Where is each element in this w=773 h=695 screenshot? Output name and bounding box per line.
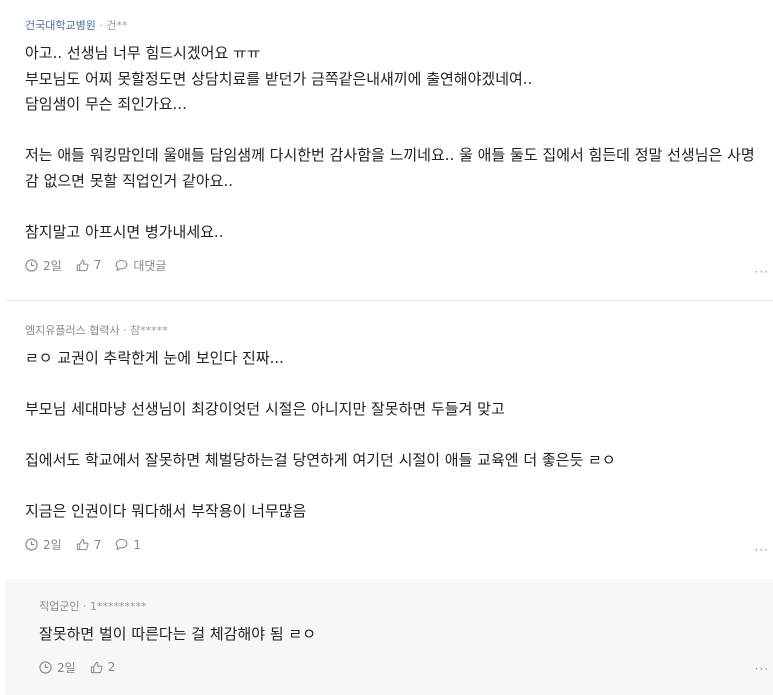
comment-author-nickname: 1********* (89, 600, 147, 613)
comment-meta: 직업군인 · 1********* (39, 599, 773, 615)
reply-count: 1 (133, 537, 141, 552)
meta-separator: · (123, 324, 127, 337)
clock-icon (25, 538, 38, 551)
reply-button[interactable]: 대댓글 (115, 257, 166, 274)
comment-meta: 엠지유플러스 협력사 · 참***** (25, 323, 773, 339)
comment-meta: 건국대학교병원 · 건** (25, 18, 773, 34)
speech-bubble-icon (115, 538, 128, 550)
comment-text: 잘못하면 벌이 따른다는 걸 체감해야 됨 ㄹㅇ (39, 625, 317, 643)
clock-icon (25, 258, 38, 272)
meta-separator: · (99, 19, 103, 32)
thumbs-up-icon (76, 538, 89, 551)
comment-author-company[interactable]: 건국대학교병원 (25, 19, 96, 32)
thumbs-up-icon (76, 259, 89, 271)
like-count: 2 (107, 660, 116, 674)
clock-icon (39, 660, 52, 674)
time-label: 2일 (43, 538, 62, 552)
comment-text: ㄹㅇ 교권이 추락한게 눈에 보인다 진짜... 부모님 세대마냥 선생님이 최… (25, 349, 616, 520)
thumbs-up-icon (90, 661, 103, 673)
comment-text: 아고.. 선생님 너무 힘드시겠어요 ㅠㅠ 부모님도 어찌 못할정도면 상담치료… (25, 44, 755, 241)
comment-author-company[interactable]: 직업군인 (39, 600, 79, 613)
meta-separator: · (82, 600, 87, 613)
more-icon[interactable]: ··· (755, 662, 769, 676)
speech-bubble-icon (115, 259, 128, 271)
like-count: 7 (93, 258, 102, 272)
comment-author-nickname: 참***** (130, 324, 168, 337)
comment-author-company[interactable]: 엠지유플러스 협력사 (25, 324, 120, 337)
time-label: 2일 (43, 258, 62, 273)
time-label: 2일 (57, 660, 76, 675)
more-icon[interactable]: ··· (755, 543, 769, 557)
reply-label: 대댓글 (133, 258, 167, 273)
comment-divider (5, 300, 773, 301)
reply-comment: 직업군인 · 1********* 잘못하면 벌이 따른다는 걸 체감해야 됨 … (5, 579, 773, 695)
time-stamp: 2일 (25, 536, 62, 553)
like-count: 7 (93, 537, 102, 552)
like-button[interactable]: 7 (76, 537, 102, 552)
time-stamp: 2일 (39, 659, 76, 676)
comment-actions: 2일 2 (39, 659, 773, 675)
reply-button[interactable]: 1 (115, 538, 141, 552)
like-button[interactable]: 7 (76, 258, 102, 272)
comment-actions: 2일 7 대댓글 (25, 257, 773, 273)
time-stamp: 2일 (25, 257, 62, 274)
comment-1: 건국대학교병원 · 건** 아고.. 선생님 너무 힘드시겠어요 ㅠㅠ 부모님도… (0, 0, 773, 300)
comment-2: 엠지유플러스 협력사 · 참***** ㄹㅇ 교권이 추락한게 눈에 보인다 진… (0, 303, 773, 579)
more-icon[interactable]: ··· (755, 265, 769, 279)
comment-author-nickname: 건** (106, 19, 128, 32)
like-button[interactable]: 2 (90, 660, 116, 674)
comment-actions: 2일 7 1 (25, 537, 773, 553)
